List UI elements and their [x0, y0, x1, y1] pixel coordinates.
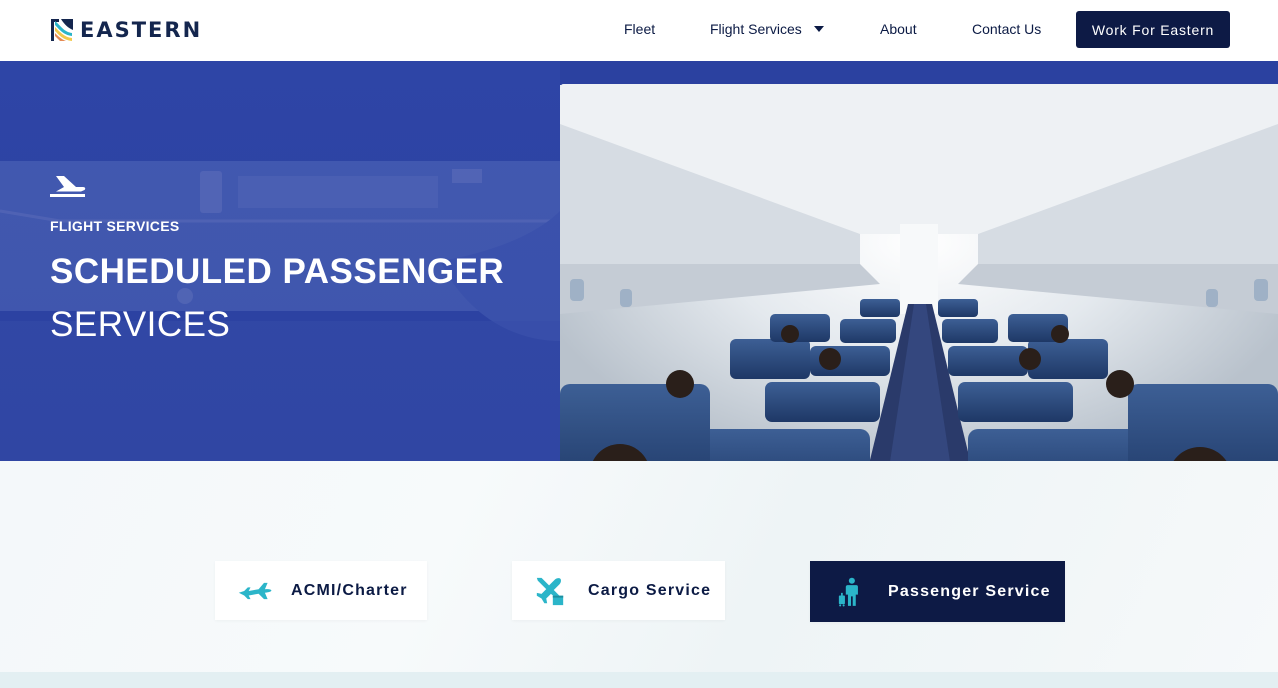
nav-flight-services-label: Flight Services — [710, 21, 802, 37]
service-cargo-label: Cargo Service — [588, 581, 712, 599]
passenger-luggage-icon — [838, 577, 858, 606]
aircraft-cabin-photo — [560, 84, 1278, 501]
logo-mark-icon — [50, 18, 74, 42]
service-acmi-charter-label: ACMI/Charter — [291, 581, 408, 599]
footer-strip — [0, 672, 1278, 688]
nav-flight-services[interactable]: Flight Services — [710, 21, 824, 37]
service-acmi-charter[interactable]: ACMI/Charter — [215, 561, 427, 620]
departing-plane-icon — [50, 176, 86, 197]
nav-about[interactable]: About — [880, 21, 917, 37]
service-passenger-label: Passenger Service — [888, 582, 1051, 600]
site-header: EASTERN Fleet Flight Services About Cont… — [0, 0, 1278, 61]
cabin-illustration — [560, 84, 1278, 501]
hero-title-line-1: SCHEDULED PASSENGER — [50, 252, 505, 291]
nav-contact-us[interactable]: Contact Us — [972, 21, 1041, 37]
hero-title-line-2: SERVICES — [50, 305, 231, 344]
work-for-eastern-button[interactable]: Work For Eastern — [1076, 11, 1230, 48]
chevron-down-icon — [813, 26, 824, 32]
nav-fleet[interactable]: Fleet — [624, 21, 655, 37]
logo-wordmark: EASTERN — [80, 18, 203, 42]
eastern-logo[interactable]: EASTERN — [50, 17, 202, 43]
airplane-icon — [238, 582, 272, 599]
service-cargo[interactable]: Cargo Service — [512, 561, 725, 620]
service-passenger[interactable]: Passenger Service — [810, 561, 1065, 622]
hero-banner-top-strip — [560, 61, 1278, 85]
cargo-plane-icon — [536, 577, 564, 605]
hero-eyebrow: FLIGHT SERVICES — [50, 218, 180, 234]
